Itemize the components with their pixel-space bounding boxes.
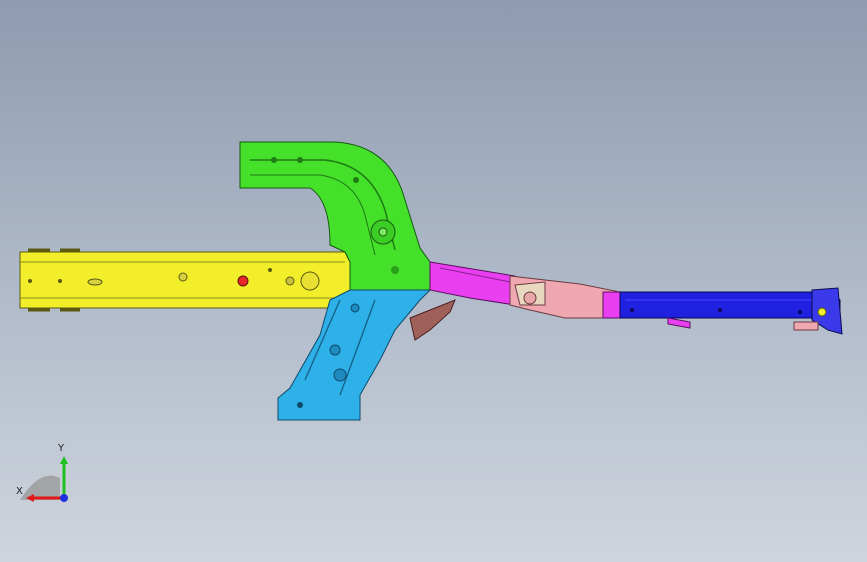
cyan-lower-bracket[interactable] bbox=[277, 289, 432, 421]
coordinate-triad bbox=[20, 456, 68, 502]
z-axis-dot bbox=[60, 494, 68, 502]
y-axis-label: Y bbox=[58, 443, 65, 454]
triad-plane-shadow bbox=[20, 475, 60, 500]
brown-bracket[interactable] bbox=[409, 299, 456, 341]
graphics-viewport[interactable]: Y X bbox=[0, 0, 867, 562]
cad-assembly-model[interactable] bbox=[0, 0, 867, 562]
y-axis-arrowhead bbox=[60, 456, 68, 464]
x-axis-label: X bbox=[16, 486, 23, 497]
blue-rear-rail[interactable] bbox=[619, 287, 843, 335]
magenta-transition-section[interactable] bbox=[429, 261, 516, 306]
pink-kick-up-section[interactable] bbox=[509, 275, 621, 319]
